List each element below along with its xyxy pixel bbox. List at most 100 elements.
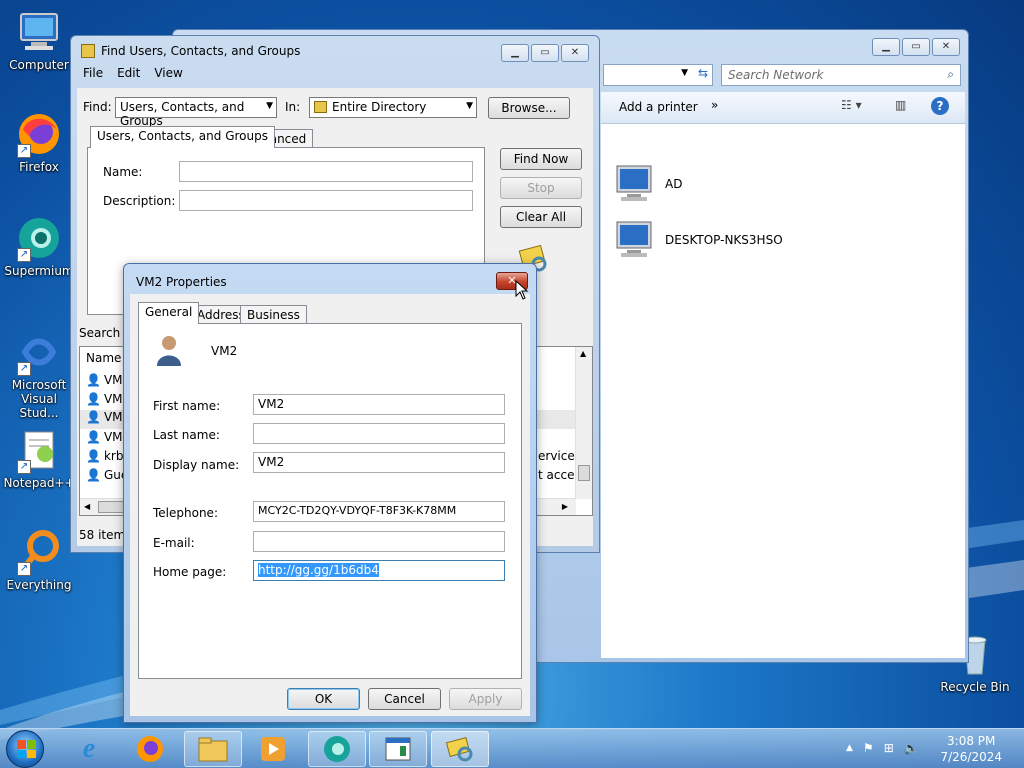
properties-window-icon [385,737,411,761]
taskbar-file-explorer[interactable] [184,731,242,767]
divider [153,380,509,381]
shortcut-arrow-icon: ↗ [17,362,31,376]
telephone-label: Telephone: [153,506,218,520]
last-name-label: Last name: [153,428,220,442]
system-tray: ▲ ⚑ ⊞ 🔈 [846,741,919,755]
tab-general[interactable]: General [138,302,200,324]
taskbar-properties[interactable] [369,731,427,767]
stop-button[interactable]: Stop [500,177,582,199]
minimize-button[interactable]: ▁ [872,38,900,56]
action-center-flag-icon[interactable]: ⚑ [863,741,874,755]
close-button[interactable]: ✕ [561,44,589,62]
menu-file[interactable]: File [83,66,103,80]
desktop-icon-label: Computer [9,58,69,72]
cancel-button[interactable]: Cancel [368,688,441,710]
desktop-icon-notepadpp[interactable]: ↗ Notepad++ [3,426,75,490]
menu-view[interactable]: View [154,66,182,80]
search-placeholder: Search Network [728,68,824,82]
first-name-input[interactable]: VM2 [253,394,505,415]
tab-users-contacts-groups[interactable]: Users, Contacts, and Groups [90,126,275,148]
table-row[interactable]: 👤 Gue [86,468,128,482]
desktop-icon-everything[interactable]: ↗ Everything [3,528,75,592]
network-item[interactable]: AD [613,164,682,204]
add-printer-button[interactable]: Add a printer [619,100,698,114]
scrollbar-thumb[interactable] [98,501,126,513]
desktop-icon-label: Notepad++ [3,476,75,490]
find-type-select[interactable]: Users, Contacts, and Groups ▼ [115,97,277,128]
everything-search-icon: ↗ [15,528,63,576]
last-name-input[interactable] [253,423,505,444]
volume-muted-icon[interactable]: 🔈 [904,741,919,755]
home-page-input[interactable]: http://gg.gg/1b6db4 [253,560,505,581]
taskbar-firefox[interactable] [121,731,179,767]
user-icon: 👤 [86,392,101,406]
network-icon[interactable]: ⊞ [884,741,894,755]
start-button[interactable] [6,730,44,768]
browse-button[interactable]: Browse... [488,97,570,119]
user-icon: 👤 [86,449,101,463]
taskbar: e ▲ ⚑ ⊞ 🔈 3:08 PM 7/26/2024 [0,728,1024,768]
taskbar-supermium[interactable] [308,731,366,767]
search-icon: ⌕ [947,67,954,81]
minimize-button[interactable]: ▁ [501,44,529,62]
scroll-left-icon[interactable]: ◀ [84,502,90,511]
user-icon: 👤 [86,468,101,482]
firefox-icon [137,736,163,762]
window-controls: ▁ ▭ ✕ [872,38,960,56]
help-icon[interactable]: ? [931,97,949,115]
desktop-icon-label: Firefox [19,160,59,174]
refresh-icon[interactable]: ⇆ [698,66,708,80]
menu-bar: File Edit View [77,66,183,80]
tab-business[interactable]: Business [240,305,307,325]
description-input[interactable] [179,190,473,211]
name-input[interactable] [179,161,473,182]
taskbar-internet-explorer[interactable]: e [60,731,118,767]
desktop-icon-computer[interactable]: Computer [3,8,75,72]
system-clock[interactable]: 3:08 PM 7/26/2024 [940,733,1002,765]
find-type-value: Users, Contacts, and Groups [120,100,245,128]
clock-date: 7/26/2024 [940,750,1002,764]
scroll-up-icon[interactable]: ▲ [580,349,586,358]
vertical-scrollbar[interactable]: ▲ [575,347,592,499]
close-button[interactable]: ✕ [932,38,960,56]
table-row[interactable]: 👤 krbt [86,449,128,463]
user-icon: 👤 [86,373,101,387]
explorer-content: AD DESKTOP-NKS3HSO [601,124,965,658]
first-name-label: First name: [153,399,221,413]
view-options-icon[interactable]: ☷ ▾ [841,98,862,112]
network-item[interactable]: DESKTOP-NKS3HSO [613,220,783,260]
user-avatar-icon [155,334,183,366]
apply-button[interactable]: Apply [449,688,522,710]
explorer-toolbar: Add a printer » ☷ ▾ ▥ ? [601,92,965,124]
in-location-select[interactable]: Entire Directory ▼ [309,97,477,118]
more-commands-button[interactable]: » [711,98,718,112]
display-name-label: Display name: [153,458,240,472]
maximize-button[interactable]: ▭ [902,38,930,56]
scrollbar-thumb[interactable] [578,465,590,481]
find-app-icon [81,44,95,58]
shortcut-arrow-icon: ↗ [17,562,31,576]
mouse-cursor-icon [515,279,529,300]
scroll-right-icon[interactable]: ▶ [562,502,568,511]
telephone-input[interactable]: MCY2C-TD2QY-VDYQF-T8F3K-K78MM [253,501,505,522]
email-input[interactable] [253,531,505,552]
taskbar-media-player[interactable] [244,731,302,767]
ok-button[interactable]: OK [287,688,360,710]
find-now-button[interactable]: Find Now [500,148,582,170]
desktop-icon-supermium[interactable]: ↗ Supermium [3,214,75,278]
email-label: E-mail: [153,536,195,550]
maximize-button[interactable]: ▭ [531,44,559,62]
clear-all-button[interactable]: Clear All [500,206,582,228]
show-hidden-icons-icon[interactable]: ▲ [846,743,853,755]
desktop-icon-visual-studio[interactable]: ↗ Microsoft Visual Stud... [3,328,75,420]
preview-pane-icon[interactable]: ▥ [895,98,906,112]
object-name: VM2 [211,344,238,358]
search-input[interactable]: Search Network ⌕ [721,64,961,86]
directory-icon [314,101,327,113]
display-name-input[interactable]: VM2 [253,452,505,473]
desktop-icon-firefox[interactable]: ↗ Firefox [3,110,75,174]
chevron-down-icon[interactable]: ▼ [681,68,688,78]
address-bar[interactable]: ▼ ⇆ [603,64,713,86]
menu-edit[interactable]: Edit [117,66,140,80]
taskbar-find-users[interactable] [431,731,489,767]
